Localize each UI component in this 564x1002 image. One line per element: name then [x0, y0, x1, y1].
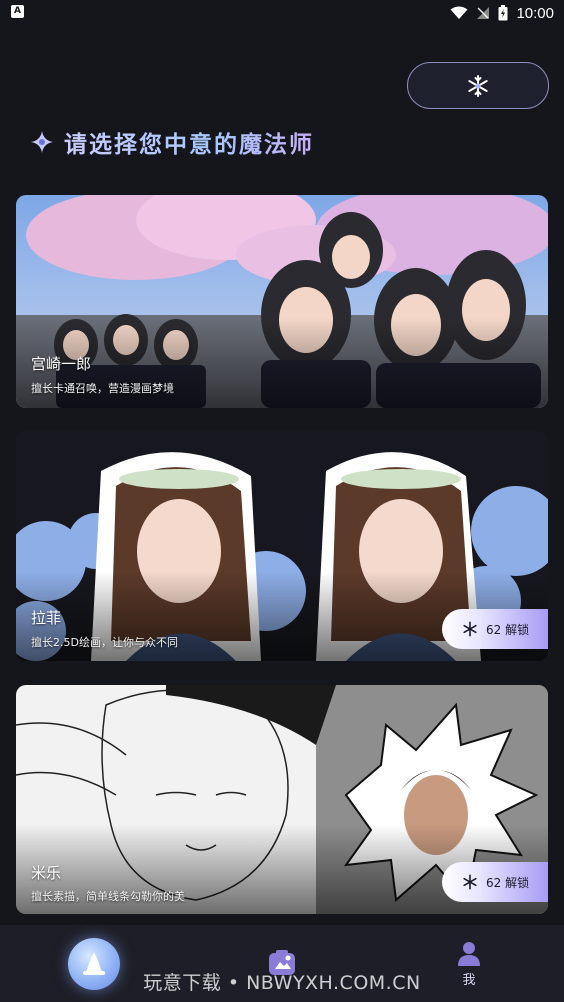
- magician-name: 宫崎一郎: [31, 355, 92, 373]
- app-screen: A 10:00 请选择您中意的魔法师 宫崎一郎 擅长卡通召唤，营造漫画梦境 拉菲…: [0, 0, 564, 1002]
- unlock-button[interactable]: 62 解锁: [442, 609, 548, 649]
- section-heading: 请选择您中意的魔法师: [30, 122, 314, 162]
- signal-icon: [477, 7, 490, 19]
- wifi-icon: [450, 6, 468, 19]
- magician-description: 擅长卡通召唤，营造漫画梦境: [31, 382, 174, 395]
- unlock-button[interactable]: 62 解锁: [442, 862, 548, 902]
- status-icons: 10:00: [450, 3, 554, 23]
- magician-name: 米乐: [31, 864, 62, 882]
- sparkle-icon: [31, 131, 53, 153]
- magician-description: 擅长2.5D绘画，让你与众不同: [31, 636, 178, 649]
- watermark-text: 玩意下载 • NBWYXH.COM.CN: [143, 972, 421, 994]
- status-bar: A 10:00: [0, 0, 564, 26]
- magician-description: 擅长素描，简单线条勾勒你的美: [31, 890, 185, 903]
- snowflake-icon: [468, 74, 488, 97]
- snowflake-icon: [463, 874, 477, 890]
- magician-card-miyazaki[interactable]: 宫崎一郎 擅长卡通召唤，营造漫画梦境: [16, 195, 548, 408]
- magician-card-mile[interactable]: 米乐 擅长素描，简单线条勾勒你的美 62 解锁: [16, 685, 548, 914]
- status-time: 10:00: [516, 4, 554, 22]
- unlock-label: 62 解锁: [486, 622, 530, 637]
- battery-icon: [498, 5, 508, 21]
- app-notification-icon: A: [11, 5, 24, 18]
- magician-card-lafei[interactable]: 拉菲 擅长2.5D绘画，让你与众不同 62 解锁: [16, 431, 548, 661]
- heading-title: 请选择您中意的魔法师: [64, 125, 314, 159]
- snowflake-icon: [463, 621, 477, 637]
- magician-name: 拉菲: [31, 609, 62, 627]
- unlock-label: 62 解锁: [486, 875, 530, 890]
- top-snowflake-button[interactable]: [407, 62, 549, 109]
- user-icon: [458, 942, 480, 966]
